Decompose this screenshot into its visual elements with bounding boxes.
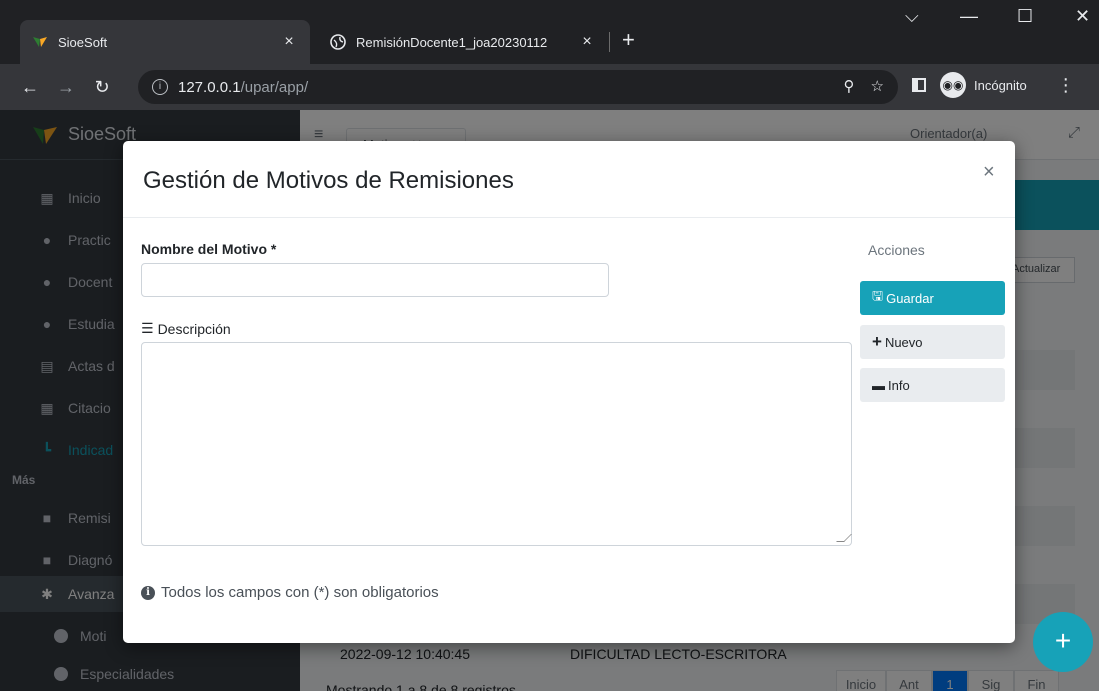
required-fields-text: Todos los campos con (*) son obligatorio… [161,584,439,601]
sioesoft-favicon-icon [32,34,48,50]
address-bar[interactable]: i 127.0.0.1 /upar/app/ ⚲ ☆ [138,70,898,104]
nombre-motivo-input[interactable] [141,263,609,297]
motivos-modal: Gestión de Motivos de Remisiones × Nombr… [123,141,1015,643]
site-info-icon[interactable]: i [152,79,168,95]
browser-tabstrip: SioeSoft × RemisiónDocente1_joa20230112 … [0,0,1099,64]
descripcion-label-row: ☰ Descripción [141,320,231,337]
plus-icon: + [872,332,882,351]
info-circle-icon: i [141,585,155,600]
nuevo-button[interactable]: + Nuevo [860,325,1005,359]
book-icon: ▬ [872,377,885,393]
new-tab-button[interactable]: + [622,28,635,52]
required-fields-note: i Todos los campos con (*) son obligator… [141,584,439,601]
url-host: 127.0.0.1 [178,78,241,96]
descripcion-textarea[interactable] [141,342,852,546]
tab-close-icon[interactable]: × [578,33,596,51]
incognito-label: Incógnito [974,77,1027,93]
tab-title: RemisiónDocente1_joa20230112 [356,34,548,50]
guardar-button[interactable]: 🖫 Guardar [860,281,1005,315]
url-path: /upar/app/ [240,78,309,96]
close-window-button[interactable]: ✕ [1075,6,1090,26]
maximize-button[interactable]: ☐ [1017,6,1033,26]
guardar-label: Guardar [886,290,934,306]
modal-header: Gestión de Motivos de Remisiones × [123,141,1015,218]
zoom-search-icon[interactable]: ⚲ [844,77,855,95]
forward-arrow-icon[interactable]: → [52,77,80,98]
side-panel-icon[interactable] [912,78,926,92]
browser-toolbar: ← → ↻ i 127.0.0.1 /upar/app/ ⚲ ☆ ◉◉ Incó… [0,64,1099,110]
nuevo-label: Nuevo [884,334,923,350]
incognito-icon[interactable]: ◉◉ [940,72,966,98]
tab-title: SioeSoft [58,34,108,50]
info-button[interactable]: ▬ Info [860,368,1005,402]
nombre-label: Nombre del Motivo * [141,241,277,257]
save-icon: 🖫 [872,288,884,303]
info-label: Info [888,377,910,393]
bookmark-star-icon[interactable]: ☆ [871,77,884,95]
minimize-button[interactable]: — [960,6,978,26]
globe-icon [330,34,346,50]
descripcion-label: Descripción [157,320,231,337]
modal-close-icon[interactable]: × [983,161,995,184]
tab-remision-docente[interactable]: RemisiónDocente1_joa20230112 × [318,20,608,64]
tab-search-icon[interactable]: ⌵ [905,6,919,26]
tab-sioesoft[interactable]: SioeSoft × [20,20,310,64]
modal-title: Gestión de Motivos de Remisiones [143,167,514,194]
reload-icon[interactable]: ↻ [88,77,116,98]
align-left-icon: ☰ [141,320,154,336]
resize-handle-icon[interactable] [836,534,852,542]
acciones-label: Acciones [868,242,925,258]
add-button[interactable]: + [1033,612,1093,672]
tab-separator [609,32,610,52]
tab-close-icon[interactable]: × [280,33,298,51]
more-menu-icon[interactable]: ⋮ [1057,75,1075,96]
back-arrow-icon[interactable]: ← [16,77,44,98]
